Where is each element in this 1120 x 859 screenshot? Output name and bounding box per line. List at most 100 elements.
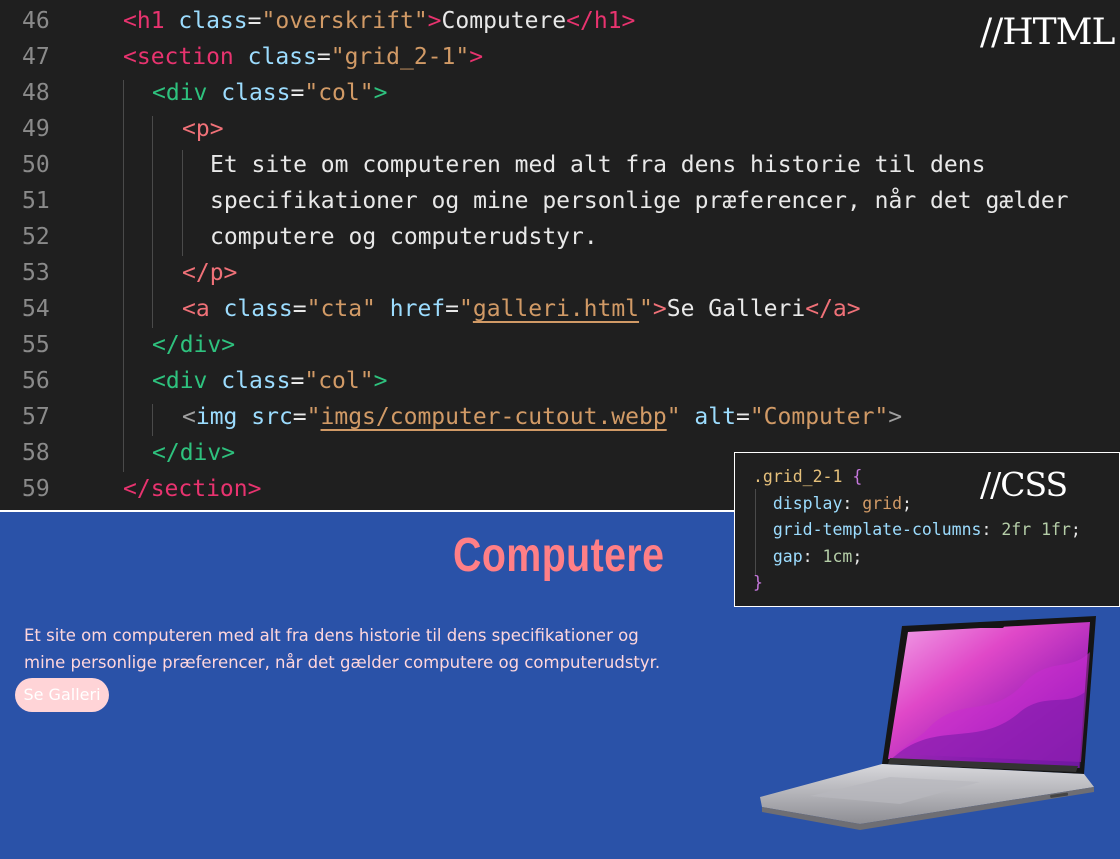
code-token: <h1 [123,8,179,34]
css-token: : [802,546,823,566]
line-number: 51 [22,188,50,214]
code-token: class [221,80,291,106]
code-token: "cta" [306,296,390,322]
line-number: 58 [22,440,50,466]
code-token: </section> [123,476,262,502]
code-token: img [195,404,252,430]
line-number: 55 [22,332,50,358]
code-text: specifikationer og mine personlige præfe… [210,183,1069,219]
code-token: <div [152,368,222,394]
code-line: 46 <h1 class="overskrift">Computere</h1> [0,3,1120,39]
code-token: src [251,404,293,430]
intro-paragraph: Et site om computeren med alt fra dens h… [24,626,661,672]
code-line: 56 <div class="col"> [0,363,1120,399]
css-code-line: } [753,570,763,596]
css-code-line: gap: 1cm; [753,544,862,570]
code-token: alt [694,404,736,430]
css-token: display [753,493,843,513]
code-token: > [888,404,903,430]
code-token: class [223,296,293,322]
gallery-cta-button[interactable]: Se Galleri [15,678,109,712]
code-token: <div [152,80,222,106]
code-line: 49 <p> [0,111,1120,147]
code-token: = [316,44,331,70]
line-number: 56 [22,368,50,394]
line-number: 50 [22,152,50,178]
code-text: <a class="cta" href="galleri.html">Se Ga… [182,291,861,327]
code-token: "grid_2-1" [330,44,470,70]
code-text: <p> [182,111,224,147]
code-line: 55 </div> [0,327,1120,363]
code-token: > [652,296,667,322]
code-token: = [292,404,307,430]
code-token: </h1> [566,8,636,34]
code-token: specifikationer og mine personlige præfe… [210,188,1069,214]
code-line: 57 <img src="imgs/computer-cutout.webp" a… [0,399,1120,435]
html-code-editor: 46 <h1 class="overskrift">Computere</h1> 4… [0,0,1120,512]
code-line: 51 specifikationer og mine personlige præ… [0,183,1120,219]
code-token: " [459,296,473,322]
css-code-line: .grid_2-1 { [753,464,862,490]
code-token: " [306,404,321,430]
code-token: = [290,368,305,394]
css-token: ; [902,493,912,513]
code-token: > [373,80,388,106]
code-token: galleri.html [472,296,640,322]
code-text: <div class="col"> [152,75,387,111]
css-token: grid-template-columns [753,520,982,539]
code-line: 48 <div class="col"> [0,75,1120,111]
code-token: <p> [182,116,224,142]
line-number: 57 [22,404,50,430]
css-code-panel: .grid_2-1 { display: grid; grid-template… [734,452,1120,607]
css-code-line: grid-template-columns: 2fr 1fr; [753,517,1081,543]
line-number: 59 [22,476,50,502]
code-token: imgs/computer-cutout.webp [320,404,667,430]
code-token: " [666,404,695,430]
css-token: gap [753,546,803,566]
code-text: computere og computerudstyr. [210,219,598,255]
code-token: "col" [304,80,374,106]
code-token: class [221,368,291,394]
code-line: 47 <section class="grid_2-1"> [0,39,1120,75]
line-number: 54 [22,296,50,322]
code-token: " [639,296,653,322]
code-token: > [427,8,442,34]
code-token: = [247,8,262,34]
code-token: > [373,368,388,394]
line-number: 46 [22,8,50,34]
line-number: 47 [22,44,50,70]
css-token: ; [1070,520,1081,539]
code-token: </div> [152,332,236,358]
html-label: //HTML [980,12,1115,53]
code-token: "overskrift" [261,8,428,34]
code-text: Et site om computeren med alt fra dens h… [210,147,985,183]
code-text: </div> [152,327,235,363]
code-token: </div> [152,440,236,466]
code-token: > [469,44,484,70]
css-token: { [852,467,863,486]
css-token: .grid_2-1 [753,467,853,486]
code-token: Se Galleri [666,296,806,322]
code-token: href [389,296,446,322]
code-token: Computere [441,8,567,34]
code-line: 52 computere og computerudstyr. [0,219,1120,255]
code-token: <section [123,44,248,70]
css-label: //CSS [980,465,1068,504]
code-text: <img src="imgs/computer-cutout.webp" alt… [182,399,902,435]
css-token: ; [852,546,863,566]
page-title: Computere [453,529,665,582]
code-token: Et site om computeren med alt fra dens h… [210,152,986,178]
code-token: class [178,8,248,34]
code-token: = [290,80,305,106]
line-number: 48 [22,80,50,106]
code-line: 50 Et site om computeren med alt fra dens… [0,147,1120,183]
code-text: </div> [152,435,235,471]
code-token: = [735,404,750,430]
line-number: 53 [22,260,50,286]
code-token: </a> [805,296,861,322]
line-number: 49 [22,116,50,142]
code-token: < [182,404,196,430]
css-token: grid [862,493,903,513]
code-line: 53 </p> [0,255,1120,291]
code-token: "Computer" [749,404,889,430]
